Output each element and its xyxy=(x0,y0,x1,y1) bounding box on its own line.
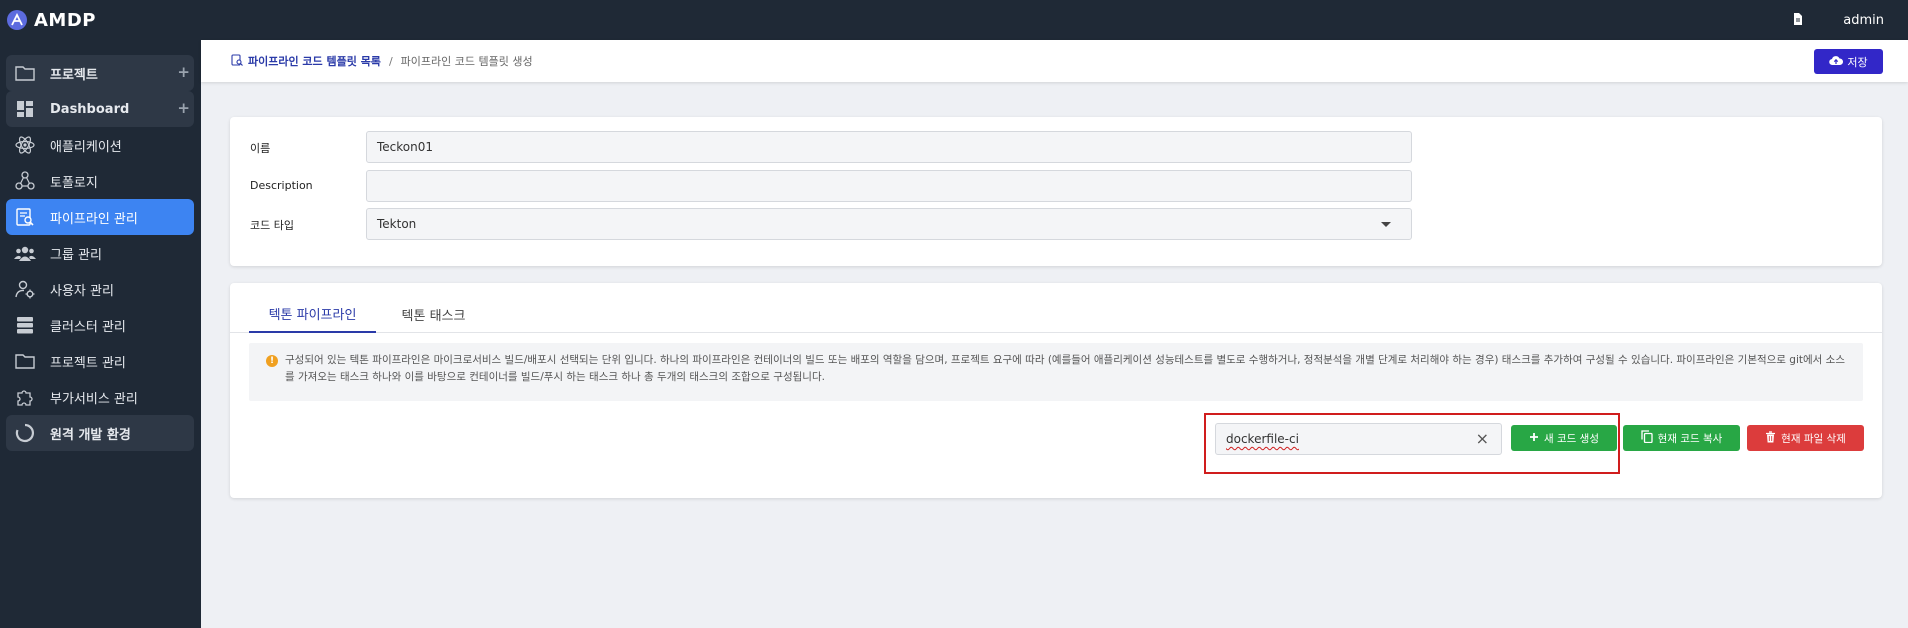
cloud-upload-icon xyxy=(1829,55,1844,69)
info-box: ! 구성되어 있는 텍톤 파이프라인은 마이크로서비스 빌드/배포시 선택되는 … xyxy=(249,343,1863,401)
template-list-icon xyxy=(231,53,243,69)
sidebar-item-topology[interactable]: 토폴로지 xyxy=(6,163,194,199)
name-input[interactable]: Teckon01 xyxy=(366,131,1412,163)
save-button[interactable]: 저장 xyxy=(1814,49,1883,74)
breadcrumb-separator: / xyxy=(388,54,393,68)
sidebar-item-label: 그룹 관리 xyxy=(50,247,102,263)
logo-icon xyxy=(7,10,27,30)
dashboard-icon xyxy=(14,98,36,120)
add-project-icon[interactable]: + xyxy=(177,63,190,81)
sidebar-item-label: 클러스터 관리 xyxy=(50,319,126,335)
page-header: 파이프라인 코드 템플릿 목록 / 파이프라인 코드 템플릿 생성 저장 xyxy=(201,40,1908,82)
trash-icon xyxy=(1765,430,1776,446)
sidebar-item-project-management[interactable]: 프로젝트 관리 xyxy=(6,343,194,379)
puzzle-icon xyxy=(14,386,36,408)
document-icon[interactable] xyxy=(1793,12,1803,28)
description-label: Description xyxy=(250,179,313,192)
copy-icon xyxy=(1641,430,1653,446)
sidebar-item-label: 프로젝트 관리 xyxy=(50,355,126,371)
code-type-value: Tekton xyxy=(377,217,417,231)
description-input[interactable] xyxy=(366,170,1412,202)
sidebar: 프로젝트 + Dashboard + 애플리케이션 토폴로지 파이프라인 관리 … xyxy=(0,40,201,628)
sidebar-item-label: 프로젝트 xyxy=(50,67,98,83)
new-code-button[interactable]: 새 코드 생성 xyxy=(1511,425,1617,451)
copy-code-label: 현재 코드 복사 xyxy=(1657,432,1723,445)
spinner-icon xyxy=(14,422,36,444)
breadcrumb-template-list-link[interactable]: 파이프라인 코드 템플릿 목록 xyxy=(248,53,381,69)
template-form-card: 이름 Teckon01 Description 코드 타입 Tekton xyxy=(230,117,1882,266)
breadcrumb-current: 파이프라인 코드 템플릿 생성 xyxy=(400,55,533,68)
user-settings-icon xyxy=(14,278,36,300)
code-type-select[interactable]: Tekton xyxy=(366,208,1412,240)
top-bar: AMDP admin xyxy=(0,0,1908,40)
sidebar-item-pipeline[interactable]: 파이프라인 관리 xyxy=(6,199,194,235)
server-icon xyxy=(14,314,36,336)
file-name: dockerfile-ci xyxy=(1226,432,1299,446)
clear-icon[interactable]: × xyxy=(1476,429,1489,448)
group-icon xyxy=(14,242,36,264)
sidebar-item-label: Dashboard xyxy=(50,101,130,117)
info-text: 구성되어 있는 텍톤 파이프라인은 마이크로서비스 빌드/배포시 선택되는 단위… xyxy=(285,354,1845,383)
atom-icon xyxy=(14,134,36,156)
user-menu[interactable]: admin xyxy=(1843,13,1884,28)
app-logo[interactable]: AMDP xyxy=(7,10,96,31)
chevron-down-icon[interactable] xyxy=(1381,222,1391,227)
pipeline-icon xyxy=(14,206,36,228)
sidebar-item-application[interactable]: 애플리케이션 xyxy=(6,127,194,163)
new-code-label: 새 코드 생성 xyxy=(1544,432,1599,445)
sidebar-item-label: 애플리케이션 xyxy=(50,139,122,155)
file-select-input[interactable]: dockerfile-ci × xyxy=(1215,423,1502,455)
tab-bar: 텍톤 파이프라인 텍톤 태스크 xyxy=(230,296,1882,333)
sidebar-item-label: 부가서비스 관리 xyxy=(50,391,138,407)
tab-tekton-task[interactable]: 텍톤 태스크 xyxy=(376,296,491,333)
sidebar-item-label: 사용자 관리 xyxy=(50,283,114,299)
copy-code-button[interactable]: 현재 코드 복사 xyxy=(1623,425,1740,451)
sidebar-item-user-management[interactable]: 사용자 관리 xyxy=(6,271,194,307)
code-type-row: 코드 타입 Tekton xyxy=(230,208,1882,240)
warning-icon: ! xyxy=(266,355,278,367)
folder-icon xyxy=(14,62,36,84)
folder-icon xyxy=(14,350,36,372)
sidebar-item-remote-dev[interactable]: 원격 개발 환경 xyxy=(6,415,194,451)
description-row: Description xyxy=(230,170,1882,202)
breadcrumb: 파이프라인 코드 템플릿 목록 / 파이프라인 코드 템플릿 생성 xyxy=(231,53,533,69)
tab-tekton-pipeline[interactable]: 텍톤 파이프라인 xyxy=(249,296,376,333)
sidebar-item-addon-service[interactable]: 부가서비스 관리 xyxy=(6,379,194,415)
plus-icon xyxy=(1529,432,1539,445)
sidebar-item-label: 토폴로지 xyxy=(50,175,98,191)
sidebar-item-label: 파이프라인 관리 xyxy=(50,211,138,227)
add-dashboard-icon[interactable]: + xyxy=(177,99,190,117)
sidebar-item-cluster-management[interactable]: 클러스터 관리 xyxy=(6,307,194,343)
sidebar-item-group-management[interactable]: 그룹 관리 xyxy=(6,235,194,271)
delete-file-button[interactable]: 현재 파일 삭제 xyxy=(1747,425,1864,451)
sidebar-item-dashboard[interactable]: Dashboard + xyxy=(6,91,194,127)
name-label: 이름 xyxy=(250,142,271,155)
app-name: AMDP xyxy=(34,9,96,31)
sidebar-item-label: 원격 개발 환경 xyxy=(50,427,131,443)
sidebar-item-project-group[interactable]: 프로젝트 + xyxy=(6,55,194,91)
save-button-label: 저장 xyxy=(1847,55,1868,69)
code-type-label: 코드 타입 xyxy=(250,219,294,232)
delete-file-label: 현재 파일 삭제 xyxy=(1781,432,1846,445)
name-row: 이름 Teckon01 xyxy=(230,131,1882,163)
tekton-card: 텍톤 파이프라인 텍톤 태스크 ! 구성되어 있는 텍톤 파이프라인은 마이크로… xyxy=(230,283,1882,498)
topology-icon xyxy=(14,170,36,192)
